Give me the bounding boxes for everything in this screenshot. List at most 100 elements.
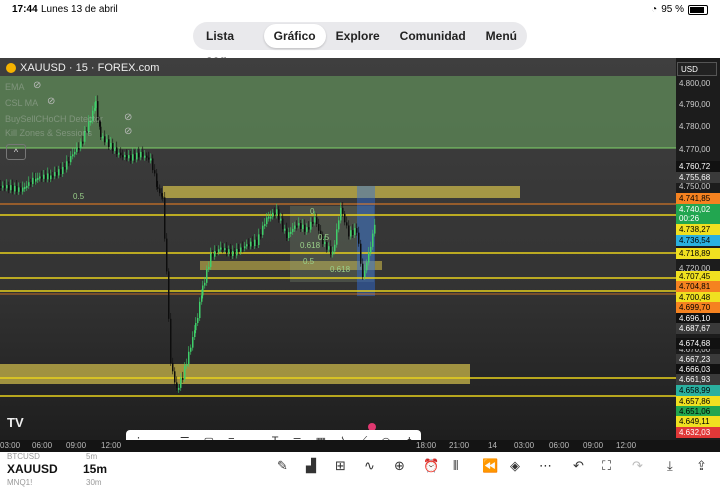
candle bbox=[348, 225, 350, 237]
fullscreen-icon[interactable]: ⛶ bbox=[602, 458, 611, 474]
candle bbox=[304, 224, 306, 232]
chart-type-icon[interactable]: ▟ bbox=[306, 458, 316, 474]
candle bbox=[168, 271, 170, 319]
candle bbox=[12, 185, 14, 192]
candle bbox=[32, 177, 34, 185]
layout-grid-icon[interactable]: ⊞ bbox=[335, 458, 346, 474]
current-symbol-button[interactable]: XAUUSD bbox=[7, 462, 58, 476]
more-icon[interactable]: ⋯ bbox=[539, 458, 552, 474]
tab-chart[interactable]: Gráfico bbox=[263, 24, 326, 48]
candle bbox=[342, 207, 344, 214]
chart-area[interactable]: 0.5 0 0.5 0.618 0.5 0.618 XAUUSD · 15 · … bbox=[0, 58, 720, 440]
collapse-legend-button[interactable]: ^ bbox=[6, 144, 26, 160]
candle bbox=[159, 188, 161, 194]
indicator-ema[interactable]: EMA bbox=[5, 82, 25, 92]
candle bbox=[60, 169, 62, 174]
eye-off-icon[interactable]: ⊘ bbox=[124, 126, 132, 137]
candle bbox=[197, 317, 199, 324]
candle bbox=[292, 228, 294, 232]
time-axis[interactable]: 03:00 06:00 09:00 12:00 18:00 21:00 14 0… bbox=[0, 440, 720, 452]
replay-icon[interactable]: ⏪ bbox=[482, 458, 498, 474]
watchlist-symbol[interactable]: BTCUSD bbox=[7, 452, 40, 461]
indicator-killzones[interactable]: Kill Zones & Sessions bbox=[5, 128, 92, 138]
candle bbox=[20, 187, 22, 192]
candles-icon[interactable]: ⫴ bbox=[453, 458, 458, 474]
share-icon[interactable]: ⇪ bbox=[696, 458, 707, 474]
candle bbox=[216, 251, 218, 254]
brush-icon[interactable]: ✎ bbox=[277, 458, 288, 474]
candle bbox=[37, 177, 39, 180]
eye-off-icon[interactable]: ⊘ bbox=[33, 80, 41, 91]
time-label: 06:00 bbox=[32, 441, 53, 450]
candle bbox=[334, 244, 336, 252]
candle bbox=[330, 246, 332, 255]
tab-community[interactable]: Comunidad bbox=[390, 24, 476, 48]
candle bbox=[370, 246, 372, 253]
candle bbox=[108, 139, 110, 147]
candle bbox=[364, 270, 366, 277]
candle bbox=[248, 244, 250, 247]
tab-explore[interactable]: Explore bbox=[326, 24, 390, 48]
symbol-header[interactable]: XAUUSD · 15 · FOREX.com bbox=[6, 62, 159, 74]
candle bbox=[310, 221, 312, 230]
time-label: 14 bbox=[488, 441, 497, 450]
currency-select[interactable]: USD bbox=[677, 62, 717, 76]
alert-clock-icon[interactable]: ⏰ bbox=[423, 458, 439, 474]
candle bbox=[156, 173, 158, 187]
tab-watchlist[interactable]: Lista seg. bbox=[196, 24, 264, 67]
candle bbox=[222, 247, 224, 251]
battery-icon bbox=[688, 4, 708, 15]
symbol-title: XAUUSD · 15 · FOREX.com bbox=[20, 62, 160, 74]
indicator-csl-ma[interactable]: CSL MA bbox=[5, 98, 38, 108]
candle bbox=[240, 247, 242, 252]
supply-band bbox=[163, 186, 520, 198]
candle bbox=[68, 161, 70, 164]
price-label: 4.649,11 bbox=[676, 416, 720, 427]
candle bbox=[252, 241, 254, 247]
candle bbox=[358, 232, 360, 244]
battery-percent: 95 % bbox=[661, 4, 684, 15]
candle bbox=[50, 175, 52, 180]
candle bbox=[312, 221, 314, 224]
candle bbox=[199, 301, 201, 318]
redo-icon[interactable]: ↷ bbox=[632, 458, 643, 474]
timeframe-button[interactable]: 15m bbox=[83, 462, 107, 476]
candle bbox=[224, 248, 226, 251]
candle bbox=[161, 193, 163, 197]
candle bbox=[18, 187, 20, 192]
candle bbox=[130, 155, 132, 161]
layers-icon[interactable]: ◈ bbox=[510, 458, 520, 474]
tab-menu[interactable]: Menú bbox=[476, 24, 527, 48]
fib-label: 0.618 bbox=[330, 265, 351, 274]
candle bbox=[80, 141, 82, 149]
time-label: 06:00 bbox=[549, 441, 570, 450]
time-label: 03:00 bbox=[0, 441, 21, 450]
eye-off-icon[interactable]: ⊘ bbox=[124, 112, 132, 123]
candle bbox=[43, 174, 45, 179]
candle bbox=[214, 251, 216, 257]
candle bbox=[114, 147, 116, 151]
watchlist-symbol[interactable]: MNQ1! bbox=[7, 478, 32, 487]
eye-off-icon[interactable]: ⊘ bbox=[47, 96, 55, 107]
candle bbox=[208, 266, 210, 270]
add-icon[interactable]: ⊕ bbox=[394, 458, 405, 474]
indicator-choch[interactable]: BuySellCHoCH Detector bbox=[5, 114, 103, 124]
candle bbox=[206, 269, 208, 283]
candle bbox=[266, 217, 268, 225]
candle bbox=[174, 371, 176, 383]
price-label: 4.661,93 bbox=[676, 374, 720, 385]
chart-canvas[interactable]: 0.5 0 0.5 0.618 0.5 0.618 bbox=[0, 58, 720, 440]
candle bbox=[232, 251, 234, 256]
candle bbox=[346, 222, 348, 226]
candle bbox=[22, 187, 24, 192]
candle bbox=[54, 172, 56, 177]
candle bbox=[280, 218, 282, 221]
price-label: 4.632,03 bbox=[676, 427, 720, 438]
candle bbox=[152, 158, 154, 171]
save-icon[interactable]: ⤓ bbox=[667, 458, 673, 474]
status-right: ◔ 95 % bbox=[651, 4, 708, 15]
undo-icon[interactable]: ↶ bbox=[573, 458, 584, 474]
indicators-icon[interactable]: ∿ bbox=[364, 458, 375, 474]
candle bbox=[138, 152, 140, 158]
candle bbox=[104, 136, 106, 143]
